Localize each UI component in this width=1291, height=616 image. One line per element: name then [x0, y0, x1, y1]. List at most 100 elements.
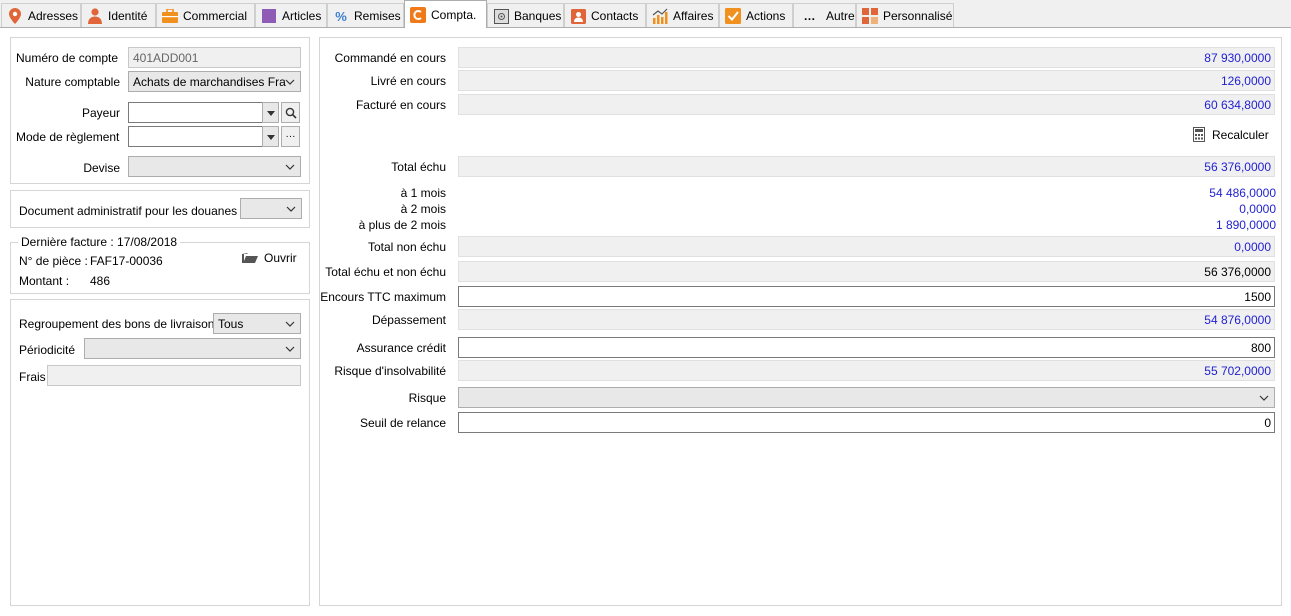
percent-icon: %: [335, 8, 347, 24]
chevron-down-icon: [285, 321, 295, 327]
m1-label: à 1 mois: [400, 186, 446, 200]
chevron-down-icon: [285, 164, 295, 170]
risque-label: Risque: [408, 391, 446, 405]
tab-label: Articles: [282, 9, 322, 23]
caret-down-icon: [266, 110, 275, 116]
montant-label: Montant :: [19, 274, 70, 288]
tab-label: Commercial: [183, 9, 248, 23]
livre-label: Livré en cours: [370, 74, 446, 88]
depassement-value: 54 876,0000: [458, 309, 1275, 330]
recalculer-label: Recalculer: [1212, 127, 1269, 142]
search-icon: [285, 107, 297, 119]
livre-value: 126,0000: [458, 70, 1275, 91]
tab-commercial[interactable]: Commercial: [156, 3, 255, 28]
tab-adresses[interactable]: Adresses: [1, 3, 81, 28]
douanes-select[interactable]: [240, 198, 302, 219]
m2-label: à 2 mois: [400, 202, 446, 216]
chevron-down-icon: [285, 79, 295, 85]
m3-label: à plus de 2 mois: [358, 218, 446, 232]
regroupement-select[interactable]: Tous: [213, 313, 301, 334]
echu-non-echu-label: Total échu et non échu: [325, 265, 446, 279]
assurance-label: Assurance crédit: [356, 341, 446, 355]
tab-label: Compta.: [431, 7, 477, 22]
square-icon: [261, 8, 277, 24]
m3-value: 1 890,0000: [1215, 218, 1276, 232]
recalculer-button[interactable]: Recalculer: [1193, 127, 1269, 142]
tab-identite[interactable]: Identité: [81, 3, 156, 28]
echu-non-echu-value: 56 376,0000: [458, 261, 1275, 282]
mode-reglement-dropdown-button[interactable]: [262, 126, 279, 147]
compta-icon: [410, 6, 426, 23]
tab-actions[interactable]: Actions: [719, 3, 793, 28]
montant-value: 486: [90, 274, 111, 288]
depassement-label: Dépassement: [371, 313, 446, 327]
checkbox-icon: [725, 8, 741, 24]
chevron-down-icon: [1259, 395, 1269, 401]
frais-label: Frais: [19, 370, 46, 384]
tab-contacts[interactable]: Contacts: [564, 3, 646, 28]
payeur-label: Payeur: [81, 106, 120, 120]
tab-label: Contacts: [591, 9, 639, 23]
ouvrir-button[interactable]: Ouvrir: [242, 251, 297, 265]
nature-comptable-select[interactable]: Achats de marchandises Fra: [128, 71, 301, 92]
encours-input[interactable]: 1500: [458, 286, 1275, 307]
devise-select[interactable]: [128, 156, 301, 177]
grid-icon: [862, 8, 878, 24]
briefcase-icon: [162, 8, 178, 24]
caret-down-icon: [266, 134, 275, 140]
derniere-facture-title: Dernière facture : 17/08/2018: [18, 235, 181, 249]
compta-panel: Numéro de compte 401ADD001 Nature compta…: [0, 27, 1291, 616]
piece-label: N° de pièce :: [19, 254, 88, 268]
mode-reglement-label: Mode de règlement: [16, 130, 120, 144]
safe-icon: [493, 8, 509, 24]
numero-compte-label: Numéro de compte: [16, 51, 119, 65]
payeur-dropdown-button[interactable]: [262, 102, 279, 123]
assurance-input[interactable]: 800: [458, 337, 1275, 358]
periodicite-select[interactable]: [84, 338, 301, 359]
tab-label: Affaires: [673, 9, 714, 23]
tab-label: Autre: [826, 9, 855, 23]
seuil-input[interactable]: 0: [458, 412, 1275, 433]
risque-insolv-value: 55 702,0000: [458, 360, 1275, 381]
tab-banques[interactable]: Banques: [487, 3, 564, 28]
encours-label: Encours TTC maximum: [320, 290, 446, 304]
tab-remises[interactable]: % Remises: [327, 3, 404, 28]
tab-compta[interactable]: Compta.: [404, 0, 487, 28]
periodicite-label: Périodicité: [19, 343, 76, 357]
tab-label: Adresses: [28, 9, 79, 23]
ouvrir-label: Ouvrir: [264, 251, 297, 265]
commande-value: 87 930,0000: [458, 47, 1275, 68]
facture-label: Facturé en cours: [355, 98, 446, 112]
tab-label: Personnalisé: [883, 9, 953, 23]
nature-comptable-label: Nature comptable: [25, 75, 120, 89]
numero-compte-field[interactable]: 401ADD001: [128, 47, 301, 68]
m1-value: 54 486,0000: [1209, 186, 1276, 200]
tab-label: Actions: [746, 9, 786, 23]
tab-affaires[interactable]: Affaires: [646, 3, 719, 28]
non-echu-value: 0,0000: [458, 236, 1275, 257]
payeur-input[interactable]: [128, 102, 278, 123]
tab-bar: Adresses Identité Commercial Articles % R…: [0, 0, 1291, 28]
person-icon: [87, 8, 103, 24]
tab-autre[interactable]: … Autre: [793, 3, 856, 28]
risque-select[interactable]: [458, 387, 1275, 408]
mode-reglement-more-button[interactable]: ···: [281, 126, 300, 147]
map-pin-icon: [7, 8, 23, 24]
chevron-down-icon: [285, 346, 295, 352]
commande-label: Commandé en cours: [334, 51, 446, 65]
tab-articles[interactable]: Articles: [255, 3, 327, 28]
tab-label: Identité: [108, 9, 148, 23]
total-echu-value: 56 376,0000: [458, 156, 1275, 177]
tab-label: Banques: [514, 9, 562, 23]
risque-insolv-label: Risque d'insolvabilité: [334, 364, 446, 378]
tab-personnalise[interactable]: Personnalisé: [856, 3, 954, 28]
ellipsis-icon: ···: [285, 130, 296, 142]
frais-field[interactable]: [47, 365, 301, 386]
devise-label: Devise: [83, 161, 120, 175]
payeur-search-button[interactable]: [281, 102, 300, 123]
tab-label: Remises: [354, 9, 401, 23]
douanes-label: Document administratif pour les douanes: [19, 204, 238, 218]
nature-comptable-value: Achats de marchandises Fra: [133, 74, 286, 89]
mode-reglement-input[interactable]: [128, 126, 278, 147]
chart-icon: [652, 8, 668, 24]
